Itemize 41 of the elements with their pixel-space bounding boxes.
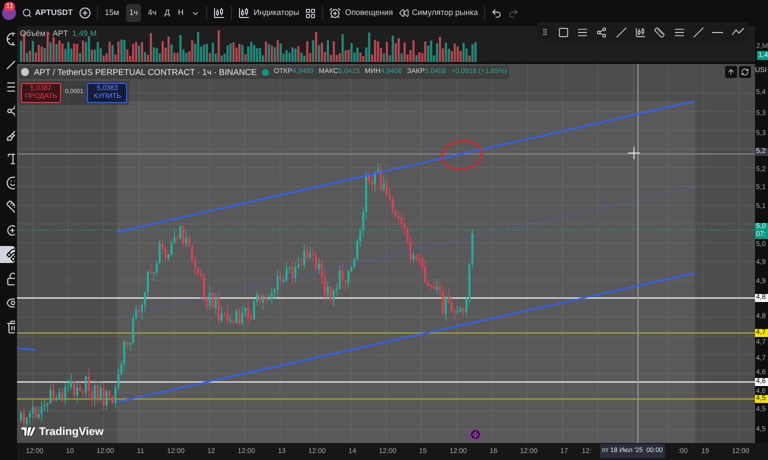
interval-tab[interactable]: Н — [176, 4, 185, 22]
scroll-up-button[interactable] — [725, 66, 737, 78]
search-icon — [22, 8, 32, 18]
interval-tab[interactable]: Д — [163, 4, 171, 22]
line-icon[interactable] — [616, 26, 627, 38]
rewind-icon — [398, 8, 409, 18]
volume-value: 1,49 M — [72, 28, 97, 40]
redo-icon[interactable] — [508, 8, 520, 18]
trendline-icon[interactable] — [693, 26, 704, 38]
add-symbol-icon[interactable] — [78, 7, 91, 19]
volume-title: Объём · APT — [20, 28, 68, 40]
candles-icon[interactable] — [212, 7, 225, 19]
rectangle-icon[interactable] — [558, 26, 569, 38]
indicators-button[interactable]: Индикаторы — [238, 7, 300, 19]
arrow-up-icon — [727, 68, 735, 76]
crosshair-cursor-icon — [628, 146, 640, 160]
tradingview-logo-icon — [21, 427, 36, 436]
chart-title: APT / TetherUS PERPETUAL CONTRACT · 1ч · BINANCE — [34, 66, 257, 79]
channel-lower-line[interactable] — [116, 272, 696, 403]
status-dot-icon — [262, 68, 269, 76]
alarm-icon — [329, 7, 342, 19]
symbol-logo-icon — [21, 68, 29, 76]
circle-marking — [441, 140, 483, 170]
alerts-button[interactable]: Оповещения — [329, 7, 393, 19]
zigzag-icon[interactable] — [732, 28, 744, 36]
replay-button[interactable]: Симулятор рынка — [398, 7, 478, 19]
layout-grid-icon[interactable] — [305, 8, 316, 18]
reset-button[interactable] — [739, 66, 751, 78]
symbol-search[interactable]: APTUSDT — [22, 7, 73, 19]
chart-icon — [238, 7, 250, 19]
tool-button[interactable] — [0, 246, 15, 263]
channel-middle-line[interactable] — [116, 186, 696, 318]
undo-icon[interactable] — [491, 8, 502, 18]
drag-handle-icon[interactable] — [541, 28, 550, 36]
refresh-icon — [741, 68, 749, 76]
horizontal-ray-icon[interactable] — [712, 30, 724, 34]
lightning-icon[interactable] — [470, 429, 481, 440]
tradingview-logo-text: TradingView — [39, 424, 104, 440]
interval-tab[interactable]: 1ч — [126, 4, 141, 22]
interval-tab[interactable]: 4ч — [146, 4, 158, 22]
interval-tab[interactable]: 15м — [104, 4, 120, 22]
